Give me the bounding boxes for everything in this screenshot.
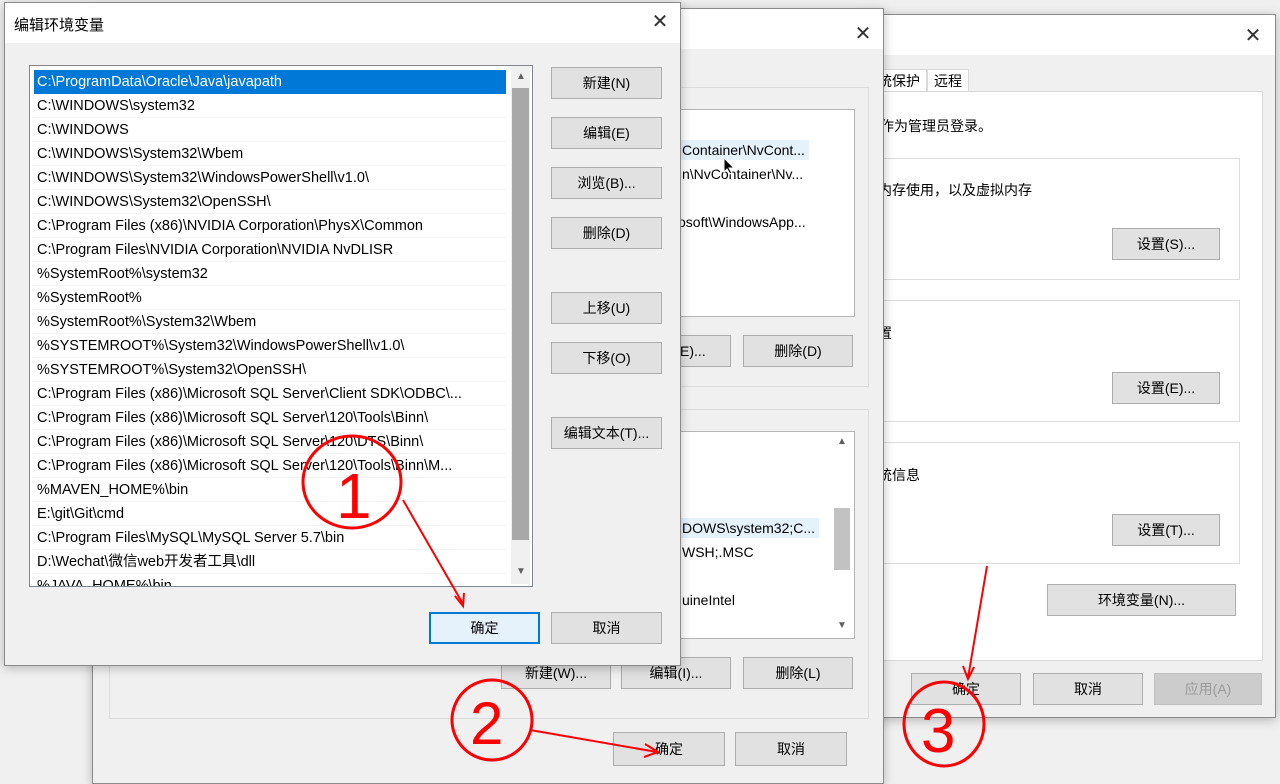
user-delete-button[interactable]: 删除(D): [743, 335, 853, 367]
list-item[interactable]: C:\Program Files\NVIDIA Corporation\NVID…: [34, 238, 506, 262]
list-item[interactable]: C:\Program Files\MySQL\MySQL Server 5.7\…: [34, 526, 506, 550]
title-bar: [863, 15, 1275, 55]
list-item[interactable]: C:\Program Files (x86)\Microsoft SQL Ser…: [34, 454, 506, 478]
ok-button[interactable]: 确定: [911, 673, 1021, 705]
list-item[interactable]: DOWS\system32;C...: [678, 518, 820, 538]
list-item[interactable]: uineIntel: [682, 592, 735, 608]
edit-text-button[interactable]: 编辑文本(T)...: [551, 417, 662, 449]
list-item[interactable]: Container\NvCont...: [678, 140, 809, 160]
startup-settings-button[interactable]: 设置(T)...: [1112, 514, 1220, 546]
list-item[interactable]: osoft\WindowsApp...: [678, 214, 806, 230]
list-item[interactable]: %JAVA_HOME%\bin: [34, 574, 506, 586]
apply-button[interactable]: 应用(A): [1154, 673, 1262, 705]
list-item[interactable]: %SystemRoot%\system32: [34, 262, 506, 286]
system-delete-button[interactable]: 删除(L): [743, 657, 853, 689]
list-item[interactable]: C:\WINDOWS\system32: [34, 94, 506, 118]
new-button[interactable]: 新建(N): [551, 67, 662, 99]
delete-button[interactable]: 删除(D): [551, 217, 662, 249]
edit-button[interactable]: 编辑(E): [551, 117, 662, 149]
profile-settings-button[interactable]: 设置(E)...: [1112, 372, 1220, 404]
list-item[interactable]: %SYSTEMROOT%\System32\OpenSSH\: [34, 358, 506, 382]
list-item[interactable]: C:\Program Files (x86)\Microsoft SQL Ser…: [34, 430, 506, 454]
path-list[interactable]: C:\ProgramData\Oracle\Java\javapath C:\W…: [29, 65, 533, 587]
tab-remote[interactable]: 远程: [927, 69, 969, 92]
cancel-button[interactable]: 取消: [1033, 673, 1143, 705]
cancel-button[interactable]: 取消: [551, 612, 662, 644]
scroll-up-icon[interactable]: ▲: [834, 434, 850, 450]
scroll-down-icon[interactable]: ▼: [834, 618, 850, 634]
close-icon[interactable]: ✕: [1238, 21, 1268, 51]
list-item[interactable]: C:\WINDOWS: [34, 118, 506, 142]
list-item[interactable]: C:\WINDOWS\System32\OpenSSH\: [34, 190, 506, 214]
browse-button[interactable]: 浏览(B)...: [551, 167, 662, 199]
cursor-icon: [723, 156, 736, 178]
cancel-button[interactable]: 取消: [735, 732, 847, 766]
scrollbar-thumb[interactable]: [512, 88, 529, 540]
list-item[interactable]: C:\Program Files (x86)\Microsoft SQL Ser…: [34, 382, 506, 406]
edit-variable-dialog: 编辑环境变量 ✕ C:\ProgramData\Oracle\Java\java…: [4, 2, 681, 666]
list-item[interactable]: E:\git\Git\cmd: [34, 502, 506, 526]
dialog-title: 编辑环境变量: [14, 17, 105, 34]
system-properties-window: ✕ 统保护 远程 作为管理员登录。 内存使用，以及虚拟内存 设置(S)... 置…: [862, 14, 1276, 718]
list-item[interactable]: %SystemRoot%: [34, 286, 506, 310]
move-down-button[interactable]: 下移(O): [551, 342, 662, 374]
performance-settings-button[interactable]: 设置(S)...: [1112, 228, 1220, 260]
list-item[interactable]: C:\WINDOWS\System32\WindowsPowerShell\v1…: [34, 166, 506, 190]
list-item[interactable]: C:\WINDOWS\System32\Wbem: [34, 142, 506, 166]
close-icon[interactable]: ✕: [848, 19, 878, 49]
scroll-down-icon[interactable]: ▼: [513, 564, 529, 580]
list-item[interactable]: C:\Program Files (x86)\NVIDIA Corporatio…: [34, 214, 506, 238]
advanced-tab-panel: 作为管理员登录。 内存使用，以及虚拟内存 设置(S)... 置 设置(E)...…: [863, 91, 1263, 661]
list-item[interactable]: %MAVEN_HOME%\bin: [34, 478, 506, 502]
admin-note: 作为管理员登录。: [880, 118, 992, 134]
performance-text: 内存使用，以及虚拟内存: [878, 182, 1032, 198]
performance-group: [864, 158, 1240, 280]
move-up-button[interactable]: 上移(U): [551, 292, 662, 324]
ok-button[interactable]: 确定: [613, 732, 725, 766]
list-item[interactable]: WSH;.MSC: [682, 544, 754, 560]
user-edit-button[interactable]: E)...: [675, 335, 731, 367]
close-icon[interactable]: ✕: [645, 7, 675, 37]
list-item[interactable]: n\NvContainer\Nv...: [682, 166, 803, 182]
list-item[interactable]: %SystemRoot%\System32\Wbem: [34, 310, 506, 334]
startup-text: 统信息: [878, 467, 920, 483]
list-item[interactable]: D:\Wechat\微信web开发者工具\dll: [34, 550, 506, 574]
list-item[interactable]: %SYSTEMROOT%\System32\WindowsPowerShell\…: [34, 334, 506, 358]
environment-variables-button[interactable]: 环境变量(N)...: [1047, 584, 1236, 616]
list-item[interactable]: C:\Program Files (x86)\Microsoft SQL Ser…: [34, 406, 506, 430]
ok-button[interactable]: 确定: [429, 612, 540, 644]
title-bar: [5, 3, 680, 43]
scrollbar-thumb[interactable]: [834, 508, 850, 570]
scroll-up-icon[interactable]: ▲: [513, 69, 529, 85]
list-item[interactable]: C:\ProgramData\Oracle\Java\javapath: [34, 70, 506, 94]
